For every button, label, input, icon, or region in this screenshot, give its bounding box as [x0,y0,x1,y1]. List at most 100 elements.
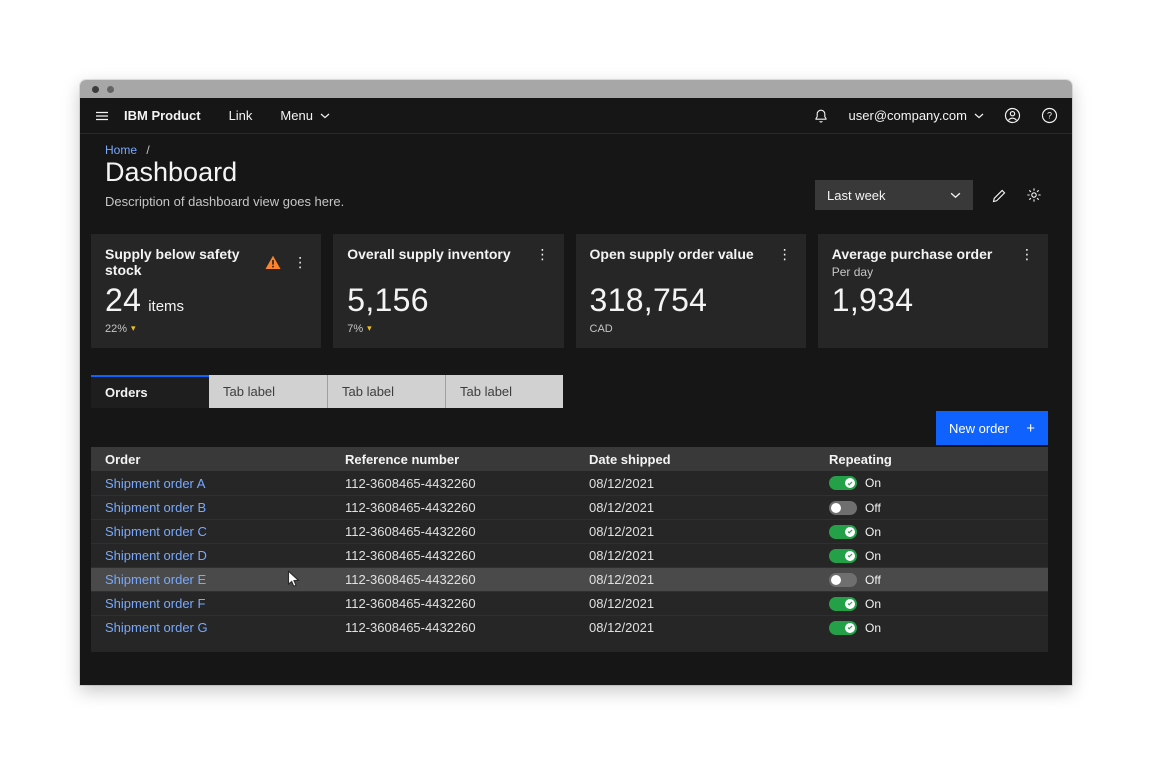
chevron-down-icon [974,113,984,119]
reference-number: 112-3608465-4432260 [331,524,575,539]
reference-number: 112-3608465-4432260 [331,500,575,515]
repeating-toggle[interactable] [829,501,857,515]
page-description: Description of dashboard view goes here. [105,194,344,209]
toggle-knob [831,575,841,585]
toggle-knob [845,527,855,537]
order-link[interactable]: Shipment order F [105,596,205,611]
window-titlebar [80,80,1072,98]
metric-card: Overall supply inventory ⋮ 5,156 7%▾ [333,234,563,348]
tab-orders[interactable]: Orders [91,375,209,408]
product-name-link[interactable]: IBM Product [124,108,201,123]
card-value-suffix: items [148,298,184,315]
repeating-toggle[interactable] [829,621,857,635]
table-header-row: Order Reference number Date shipped Repe… [91,447,1048,471]
toggle-state-label: On [865,525,881,539]
order-link[interactable]: Shipment order E [105,572,206,587]
breadcrumb-home-link[interactable]: Home [105,143,137,157]
table-row[interactable]: Shipment order A 112-3608465-4432260 08/… [91,471,1048,495]
card-title: Overall supply inventory [347,246,510,262]
chevron-down-icon [950,192,961,199]
tab-label: Orders [105,385,148,400]
toggle-state-label: On [865,597,881,611]
column-header-order: Order [91,452,331,467]
repeating-toggle[interactable] [829,597,857,611]
tab-label: Tab label [223,384,275,399]
overflow-menu-icon[interactable]: ⋮ [536,247,550,261]
overflow-menu-icon[interactable]: ⋮ [1020,247,1034,261]
column-header-repeating: Repeating [815,452,1048,467]
trend-value: 7% [347,323,363,335]
notification-bell-icon[interactable] [813,108,829,124]
repeating-toggle[interactable] [829,549,857,563]
toggle-state-label: On [865,549,881,563]
window-control-dot[interactable] [92,86,99,93]
column-header-date: Date shipped [575,452,815,467]
help-icon[interactable]: ? [1041,107,1058,124]
reference-number: 112-3608465-4432260 [331,596,575,611]
user-email: user@company.com [849,108,967,123]
column-header-reference: Reference number [331,452,575,467]
toggle-knob [845,478,855,488]
table-footer-band [91,639,1048,652]
page-title: Dashboard [105,157,237,188]
trend-down-caret-icon: ▾ [131,323,136,334]
order-link[interactable]: Shipment order A [105,476,205,491]
window-control-dot[interactable] [107,86,114,93]
repeating-toggle[interactable] [829,525,857,539]
new-order-button[interactable]: New order + [936,411,1048,445]
toggle-knob [845,599,855,609]
window-body: IBM Product Link Menu user@company.com ? [80,98,1072,685]
order-link[interactable]: Shipment order G [105,620,208,635]
order-link[interactable]: Shipment order C [105,524,207,539]
trend-down-caret-icon: ▾ [367,323,372,334]
svg-text:?: ? [1047,111,1052,121]
table-row[interactable]: Shipment order F 112-3608465-4432260 08/… [91,591,1048,615]
nav-menu-dropdown[interactable]: Menu [280,108,330,123]
settings-gear-icon[interactable] [1026,187,1042,203]
edit-pencil-icon[interactable] [992,188,1007,203]
nav-menu-label: Menu [280,108,313,123]
order-link[interactable]: Shipment order D [105,548,207,563]
tab-tab-label[interactable]: Tab label [209,375,327,408]
table-row[interactable]: Shipment order B 112-3608465-4432260 08/… [91,495,1048,519]
repeating-toggle[interactable] [829,573,857,587]
overflow-menu-icon[interactable]: ⋮ [293,255,307,269]
breadcrumb: Home / [105,143,150,157]
reference-number: 112-3608465-4432260 [331,548,575,563]
tab-tab-label[interactable]: Tab label [327,375,445,408]
toggle-state-label: On [865,476,881,490]
metric-card: Supply below safety stock ⋮ 24 items 22%… [91,234,321,348]
tab-tab-label[interactable]: Tab label [445,375,563,408]
tab-bar: Orders Tab label Tab label Tab label [91,375,563,408]
overflow-menu-icon[interactable]: ⋮ [778,247,792,261]
app-window: IBM Product Link Menu user@company.com ? [80,80,1072,685]
date-shipped: 08/12/2021 [575,476,815,491]
toggle-knob [831,503,841,513]
toggle-state-label: On [865,621,881,635]
repeating-toggle[interactable] [829,476,857,490]
nav-link[interactable]: Link [229,108,253,123]
reference-number: 112-3608465-4432260 [331,476,575,491]
metric-card: Open supply order value ⋮ 318,754 CAD [576,234,806,348]
order-link[interactable]: Shipment order B [105,500,206,515]
chevron-down-icon [320,113,330,119]
reference-number: 112-3608465-4432260 [331,620,575,635]
toggle-state-label: Off [865,573,881,587]
top-nav: IBM Product Link Menu user@company.com ? [80,98,1072,134]
card-value: 318,754 [590,284,708,318]
reference-number: 112-3608465-4432260 [331,572,575,587]
table-row[interactable]: Shipment order G 112-3608465-4432260 08/… [91,615,1048,639]
toggle-knob [845,623,855,633]
user-avatar-icon[interactable] [1004,107,1021,124]
table-row[interactable]: Shipment order E 112-3608465-4432260 08/… [91,567,1048,591]
card-value: 1,934 [832,284,914,318]
card-title: Open supply order value [590,246,754,262]
user-account-dropdown[interactable]: user@company.com [849,108,984,123]
card-title: Average purchase order [832,246,993,262]
card-subtitle: Per day [832,265,1034,279]
period-select-dropdown[interactable]: Last week [815,180,973,210]
table-row[interactable]: Shipment order C 112-3608465-4432260 08/… [91,519,1048,543]
hamburger-menu-icon[interactable] [94,108,110,124]
date-shipped: 08/12/2021 [575,500,815,515]
table-row[interactable]: Shipment order D 112-3608465-4432260 08/… [91,543,1048,567]
